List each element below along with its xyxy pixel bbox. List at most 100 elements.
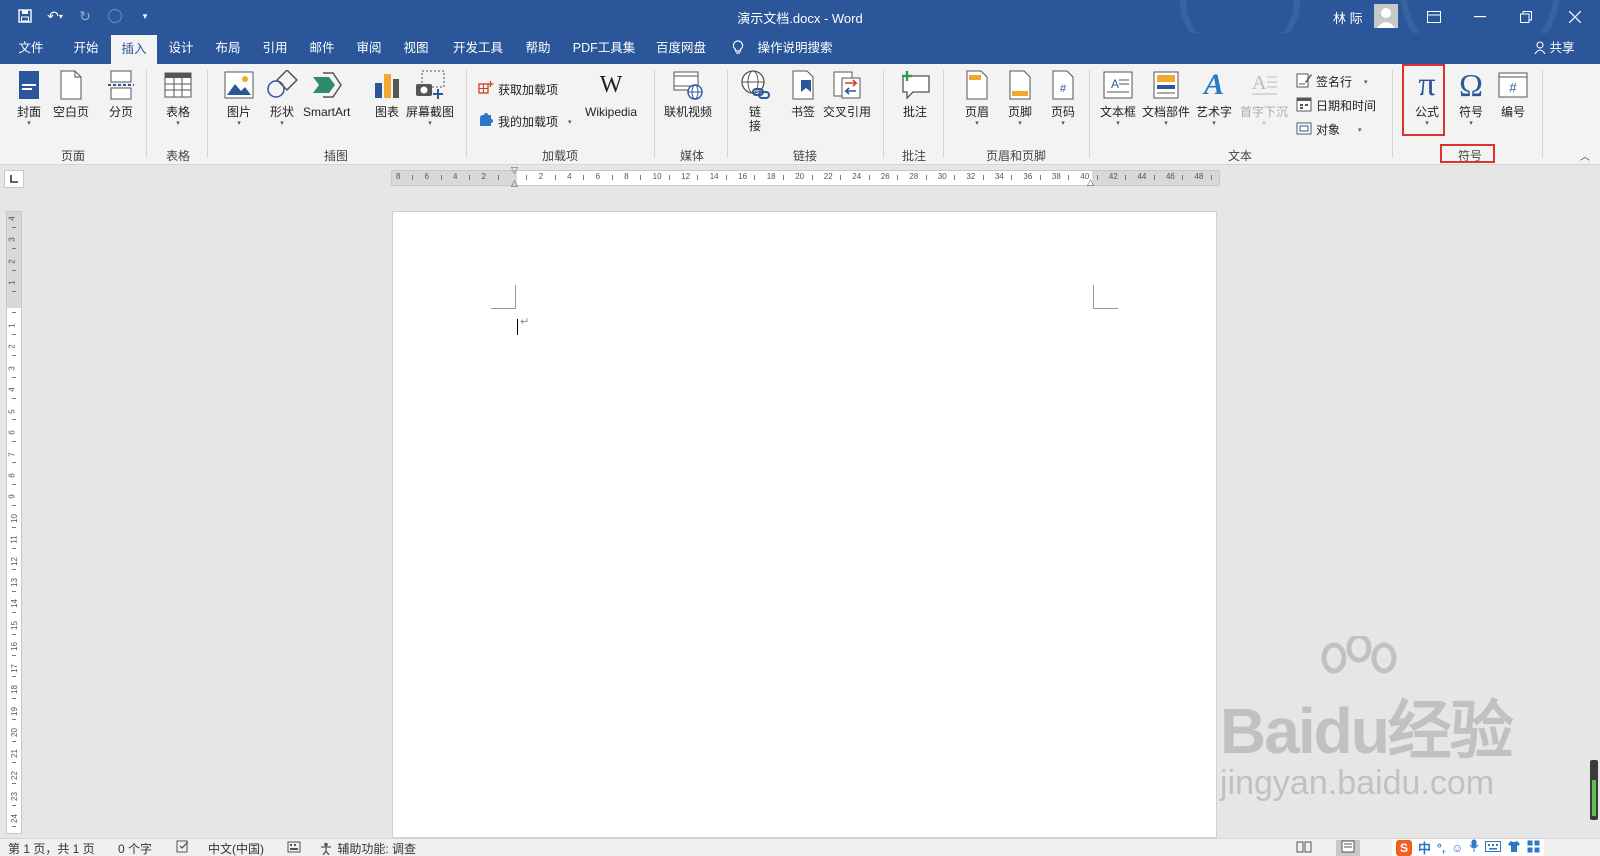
group-label-text: 文本 — [1227, 149, 1252, 163]
get-addins-button[interactable]: 获取加载项 — [478, 80, 558, 99]
ruler-tick-mark — [1153, 175, 1155, 180]
drop-cap-icon: A — [1247, 68, 1281, 102]
bookmark-button[interactable]: 书签 — [786, 68, 820, 119]
tab-pdf-tools[interactable]: PDF工具集 — [566, 33, 642, 64]
skin-shirt-icon[interactable] — [1507, 840, 1521, 856]
tab-developer[interactable]: 开发工具 — [444, 33, 512, 64]
tab-home[interactable]: 开始 — [64, 33, 108, 64]
tab-selector[interactable] — [4, 170, 24, 188]
object-button[interactable]: 对象 ▾ — [1296, 120, 1362, 139]
restore-icon[interactable] — [1503, 0, 1549, 33]
ruler-tick-mark — [12, 762, 16, 764]
ruler-tick-label: 22 — [9, 770, 19, 780]
tab-view[interactable]: 视图 — [395, 33, 437, 64]
tab-review[interactable]: 审阅 — [348, 33, 390, 64]
my-addins-button[interactable]: 我的加载项 ▾ — [478, 112, 572, 131]
minimize-icon[interactable] — [1457, 0, 1503, 33]
header-button[interactable]: 页眉 ▾ — [960, 68, 994, 129]
cross-reference-button[interactable]: 交叉引用 — [823, 68, 871, 119]
macro-record-icon[interactable] — [287, 840, 301, 856]
ruler-tick-mark — [12, 483, 16, 485]
date-time-button[interactable]: 日期和时间 — [1296, 96, 1376, 115]
symbol-button[interactable]: Ω 符号 ▾ — [1454, 68, 1488, 129]
microphone-icon[interactable] — [1469, 839, 1479, 856]
language-status[interactable]: 中文(中国) — [208, 840, 264, 856]
picture-button[interactable]: 图片 ▾ — [222, 68, 256, 129]
first-line-indent-marker[interactable]: ▽ — [511, 165, 518, 176]
right-indent-marker[interactable]: △ — [1087, 177, 1094, 188]
keyboard-icon[interactable] — [1485, 840, 1502, 855]
tab-design[interactable]: 设计 — [160, 33, 202, 64]
ruler-tick-label: 42 — [1108, 172, 1118, 181]
print-layout-icon[interactable] — [1336, 840, 1360, 856]
group-label-comments: 批注 — [901, 149, 926, 163]
wordart-icon: A — [1203, 68, 1224, 101]
proofing-icon[interactable] — [176, 840, 190, 856]
hanging-indent-marker[interactable]: △ — [511, 178, 518, 189]
online-video-button[interactable]: 联机视频 — [664, 68, 712, 119]
horizontal-ruler[interactable]: 8 6 4 2 2 4 6 8 10 12 14 16 18 20 22 24 26 28 30 32 34 36 38 40… — [391, 165, 1220, 189]
word-count[interactable]: 0 个字 — [118, 840, 152, 856]
numbering-button[interactable]: # 编号 — [1496, 68, 1530, 119]
collapse-ribbon-icon[interactable]: ︿ — [1580, 148, 1590, 163]
text-box-button[interactable]: A 文本框 ▾ — [1100, 68, 1136, 129]
ruler-tick-label: 3 — [7, 237, 17, 243]
wikipedia-button[interactable]: W Wikipedia — [585, 68, 637, 120]
tab-help[interactable]: 帮助 — [516, 33, 560, 64]
ruler-tick-label: 30 — [937, 172, 947, 181]
tab-layout[interactable]: 布局 — [207, 33, 249, 64]
page-count[interactable]: 第 1 页，共 1 页 — [8, 840, 95, 856]
ime-language[interactable]: 中 — [1418, 838, 1431, 856]
chart-button[interactable]: 图表 — [370, 68, 404, 119]
wordart-button[interactable]: A 艺术字 ▾ — [1196, 68, 1232, 129]
vertical-ruler[interactable]: 4 3 2 1 1 2 3 4 5 6 7 8 9 10 11 12 13 14 15 16 17 18 19 20 21 22 2… — [6, 211, 22, 834]
signature-line-button[interactable]: 签名行 ▾ — [1296, 72, 1368, 91]
tab-insert[interactable]: 插入 — [111, 35, 157, 64]
ime-punctuation[interactable]: °, — [1437, 841, 1445, 855]
close-icon[interactable] — [1549, 0, 1600, 33]
tell-me-search[interactable]: 操作说明搜索 — [732, 33, 833, 64]
user-name[interactable]: 林 际 — [1333, 8, 1363, 27]
tab-file[interactable]: 文件 — [10, 33, 52, 64]
ruler-tick-mark — [12, 697, 16, 699]
ruler-tick-label: 15 — [9, 620, 19, 630]
table-button[interactable]: 表格 ▾ — [161, 68, 195, 129]
link-button[interactable]: 链接 — [738, 68, 772, 133]
header-icon — [960, 68, 994, 102]
emoji-icon[interactable]: ☺ — [1451, 841, 1463, 855]
tab-baidu-netdisk[interactable]: 百度网盘 — [648, 33, 714, 64]
cover-page-button[interactable]: 封面 ▾ — [12, 68, 46, 129]
ribbon-display-icon[interactable] — [1411, 0, 1457, 33]
screenshot-button[interactable]: 屏幕截图 ▾ — [406, 68, 454, 129]
share-button[interactable]: 共享 — [1534, 33, 1575, 64]
tab-references[interactable]: 引用 — [254, 33, 296, 64]
side-widget[interactable] — [1590, 760, 1598, 820]
smartart-button[interactable]: SmartArt — [303, 68, 350, 119]
ruler-tick-mark — [640, 175, 642, 180]
shapes-button[interactable]: 形状 ▾ — [265, 68, 299, 129]
cross-reference-icon — [830, 68, 864, 102]
addins-grid-icon — [478, 80, 494, 99]
sogou-logo-icon[interactable]: S — [1396, 839, 1412, 856]
toolbox-grid-icon[interactable] — [1527, 840, 1540, 856]
accessibility-status[interactable]: 辅助功能: 调查 — [320, 840, 416, 856]
quick-parts-button[interactable]: 文档部件 ▾ — [1142, 68, 1190, 129]
ime-toolbar[interactable]: S 中 °, ☺ — [1392, 838, 1545, 856]
blank-page-button[interactable]: 空白页 — [53, 68, 89, 119]
footer-button[interactable]: 页脚 ▾ — [1003, 68, 1037, 129]
avatar[interactable] — [1374, 4, 1398, 28]
new-comment-button[interactable]: 批注 — [898, 68, 932, 119]
drop-cap-button[interactable]: A 首字下沉 ▾ — [1240, 68, 1288, 129]
ruler-tick-label: 12 — [9, 556, 19, 566]
document-page[interactable]: ↵ — [392, 211, 1217, 838]
page-number-button[interactable]: # 页码 ▾ — [1046, 68, 1080, 129]
tab-mailings[interactable]: 邮件 — [301, 33, 343, 64]
group-separator — [727, 70, 728, 158]
group-label-links: 链接 — [792, 149, 817, 163]
bar-chart-icon — [370, 68, 404, 102]
ruler-tick-label: 11 — [9, 535, 19, 544]
ruler-tick-label: 1 — [7, 323, 17, 328]
ruler-tick-label: 46 — [1165, 172, 1175, 181]
read-mode-icon[interactable] — [1296, 840, 1312, 856]
page-break-button[interactable]: 分页 — [104, 68, 138, 119]
